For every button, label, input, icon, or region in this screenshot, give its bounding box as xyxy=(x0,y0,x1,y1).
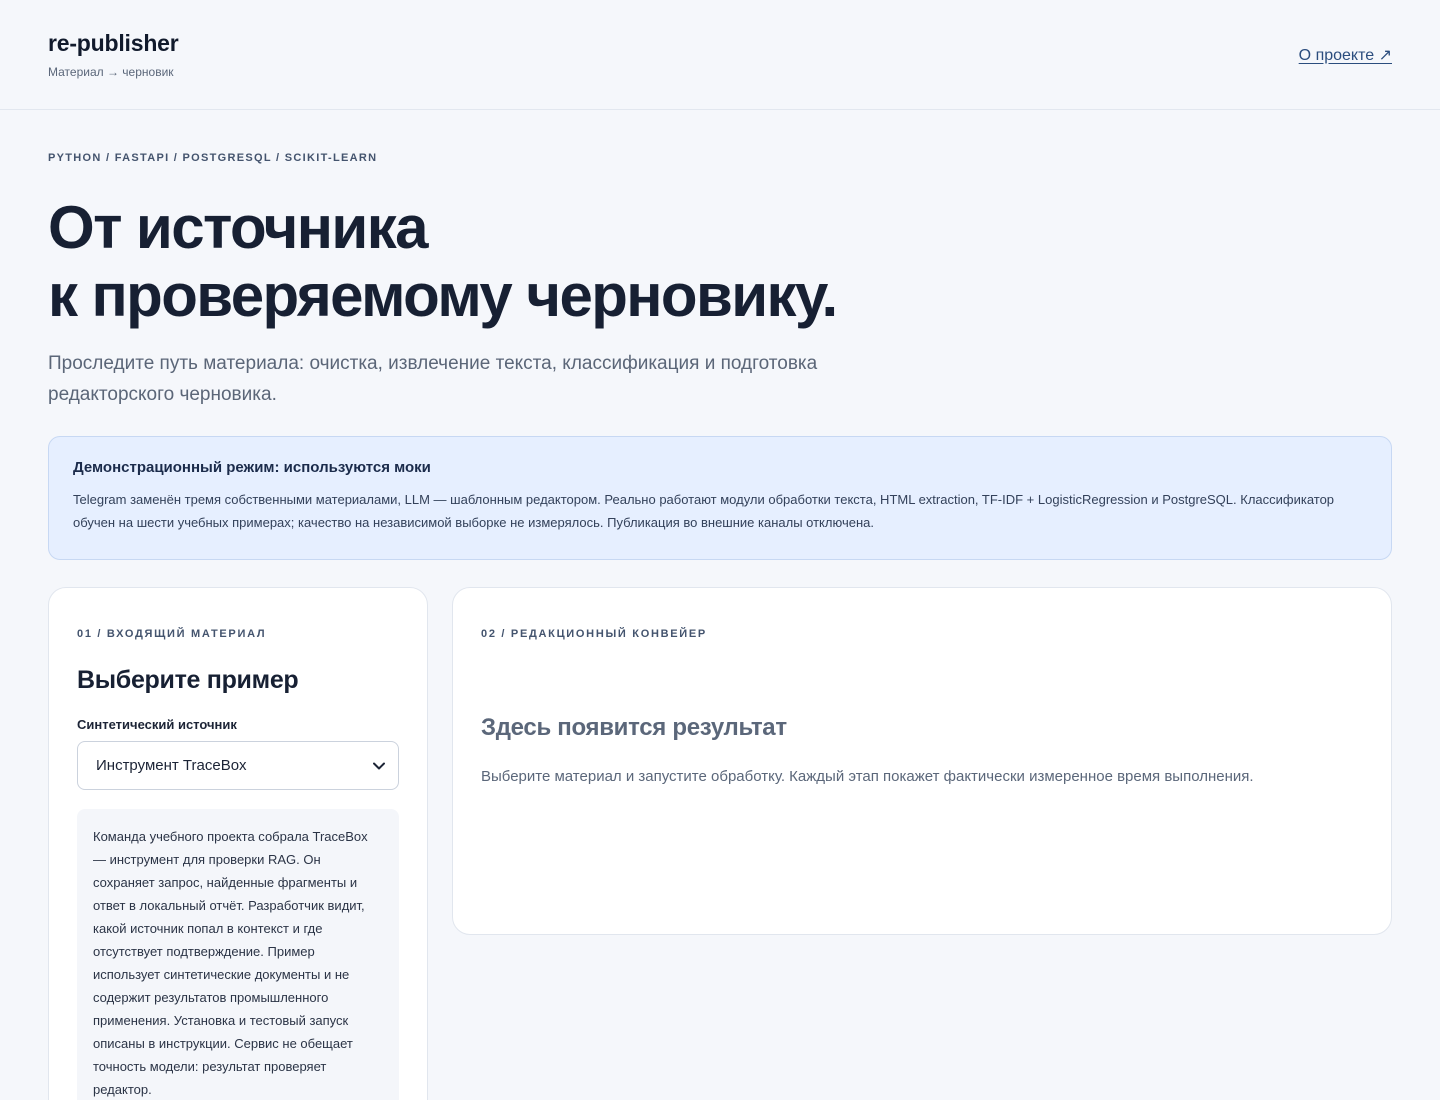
editorial-pipeline-panel: 02 / РЕДАКЦИОННЫЙ КОНВЕЙЕР Здесь появитс… xyxy=(452,587,1392,935)
page-title: От источника к проверяемому черновику. xyxy=(48,194,1392,330)
brand: re-publisher Материал → черновик xyxy=(48,30,179,79)
material-preview: Команда учебного проекта собрала TraceBo… xyxy=(77,809,399,1100)
page-title-line-1: От источника xyxy=(48,194,428,261)
source-select[interactable]: Инструмент TraceBox xyxy=(77,741,399,790)
main-content: PYTHON / FASTAPI / POSTGRESQL / SCIKIT-L… xyxy=(0,110,1440,1100)
input-panel-title: Выберите пример xyxy=(77,666,299,694)
source-select-label: Синтетический источник xyxy=(77,717,237,732)
tech-stack-kicker: PYTHON / FASTAPI / POSTGRESQL / SCIKIT-L… xyxy=(48,152,378,164)
empty-state-text: Выберите материал и запустите обработку.… xyxy=(481,768,1254,785)
lead-text: Проследите путь материала: очистка, извл… xyxy=(48,353,818,405)
notice-title: Демонстрационный режим: используются мок… xyxy=(73,459,431,476)
demo-mode-notice: Демонстрационный режим: используются мок… xyxy=(48,436,1392,560)
chevron-down-icon xyxy=(372,759,386,773)
brand-subtitle: Материал → черновик xyxy=(48,65,174,79)
notice-text: Telegram заменён тремя собственными мате… xyxy=(73,492,1335,530)
empty-state-title: Здесь появится результат xyxy=(481,714,787,741)
panels-grid: 01 / ВХОДЯЩИЙ МАТЕРИАЛ Выберите пример С… xyxy=(48,587,1392,1100)
about-project-link[interactable]: О проекте ↗ xyxy=(1299,45,1392,65)
pipeline-panel-kicker: 02 / РЕДАКЦИОННЫЙ КОНВЕЙЕР xyxy=(481,628,707,640)
top-bar: re-publisher Материал → черновик О проек… xyxy=(0,0,1440,110)
page-title-line-2: к проверяемому черновику. xyxy=(48,262,838,329)
input-panel-kicker: 01 / ВХОДЯЩИЙ МАТЕРИАЛ xyxy=(77,628,267,640)
brand-name[interactable]: re-publisher xyxy=(48,30,179,57)
input-material-panel: 01 / ВХОДЯЩИЙ МАТЕРИАЛ Выберите пример С… xyxy=(48,587,428,1100)
source-select-value: Инструмент TraceBox xyxy=(96,757,247,774)
